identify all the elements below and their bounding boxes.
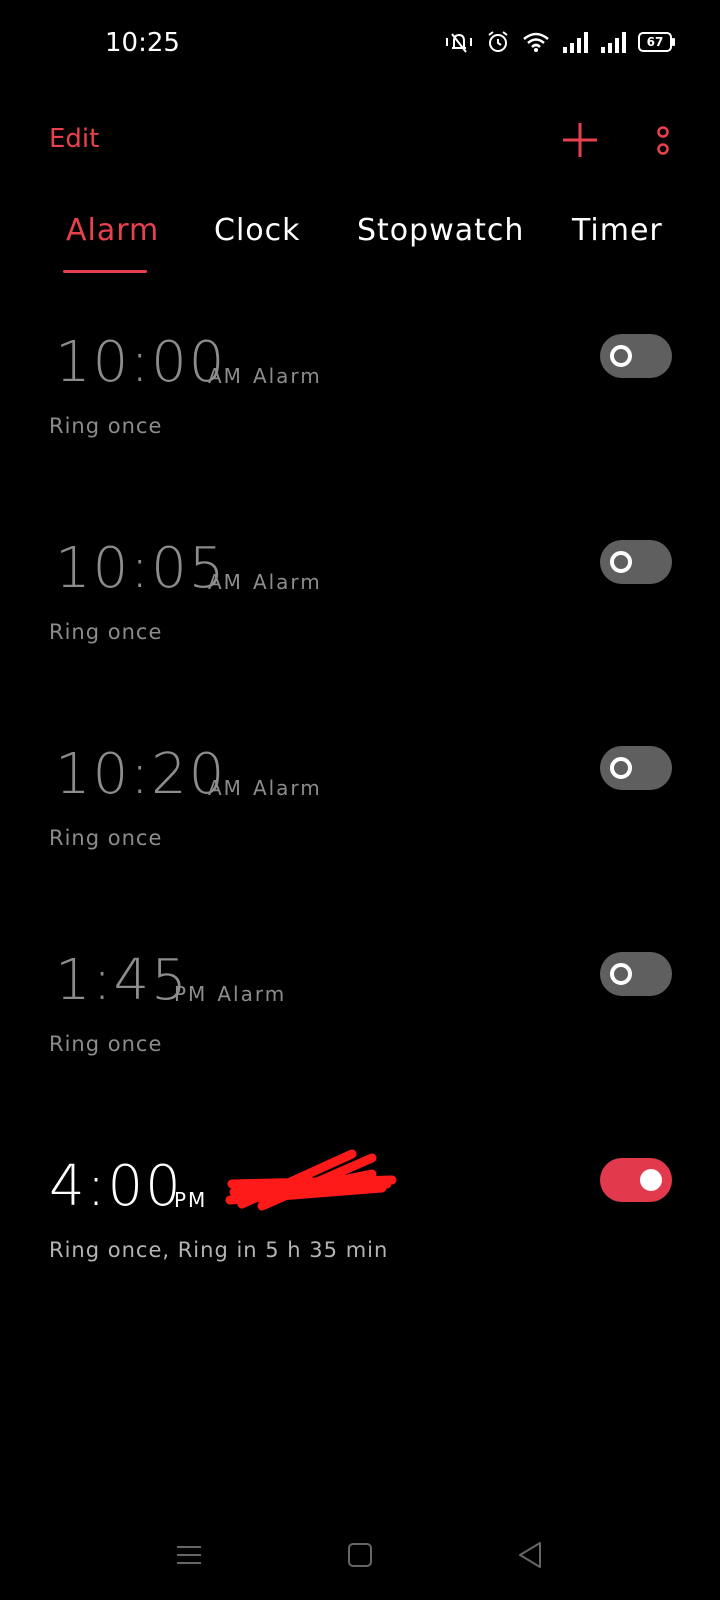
alarm-toggle[interactable] [600,540,672,584]
tab-alarm[interactable]: Alarm [66,213,159,248]
alarm-period: PM [174,982,208,1006]
status-bar: 10:25 67 [0,0,720,90]
alarm-time: 10:05 [55,536,227,601]
signal-icon-2 [600,31,626,53]
alarm-time: 4:00 [49,1154,183,1219]
alarm-label: Alarm [217,982,287,1006]
signal-icon [562,31,588,53]
alarm-time: 10:00 [55,330,227,395]
alarm-item[interactable]: 1:45 PM Alarm Ring once [0,948,720,1088]
alarm-toggle[interactable] [600,746,672,790]
alarm-period: AM [208,776,243,800]
alarm-toggle[interactable] [600,952,672,996]
status-icons: 67 [444,30,675,54]
alarm-repeat: Ring once [49,620,163,644]
tab-clock[interactable]: Clock [214,213,301,248]
alarm-time: 1:45 [55,948,189,1013]
alarm-item[interactable]: 10:00 AM Alarm Ring once [0,330,720,470]
toggle-knob [610,551,632,573]
status-time: 10:25 [105,28,180,58]
alarm-clock-icon [486,30,510,54]
alarm-period: AM [208,364,243,388]
alarm-period-label: PM Alarm [174,982,286,1006]
toggle-knob [610,963,632,985]
plus-icon[interactable] [560,120,600,160]
alarm-item[interactable]: 4:00 PM Ring once, Ring in 5 h 35 min [0,1149,720,1294]
toggle-knob [610,757,632,779]
alarm-item[interactable]: 10:05 AM Alarm Ring once [0,536,720,676]
alarm-item[interactable]: 10:20 AM Alarm Ring once [0,742,720,882]
home-square-icon[interactable] [343,1538,377,1572]
alarm-repeat: Ring once, Ring in 5 h 35 min [49,1238,389,1262]
alarm-label: Alarm [252,776,322,800]
alarm-period-label: AM Alarm [208,570,322,594]
alarm-period: PM [174,1188,208,1212]
menu-icon[interactable] [172,1538,206,1572]
more-vertical-icon[interactable] [655,124,671,158]
toggle-knob [610,345,632,367]
battery-icon: 67 [638,32,675,52]
tab-timer[interactable]: Timer [572,213,663,248]
tab-stopwatch[interactable]: Stopwatch [357,213,524,248]
alarm-period-label: PM [174,1188,217,1212]
mute-vibrate-icon [444,30,474,54]
alarm-period-label: AM Alarm [208,364,322,388]
alarm-period-label: AM Alarm [208,776,322,800]
edit-button[interactable]: Edit [49,124,99,154]
wifi-icon [522,31,550,53]
system-navigation-bar [0,1520,720,1590]
toggle-knob [640,1169,662,1191]
alarm-repeat: Ring once [49,826,163,850]
tab-bar: Alarm Clock Stopwatch Timer [0,205,720,285]
alarm-time: 10:20 [55,742,227,807]
alarm-toggle[interactable] [600,334,672,378]
alarm-label: Alarm [252,570,322,594]
alarm-repeat: Ring once [49,414,163,438]
clock-app-screen: 10:25 67 Edit Alarm Clock Stopwatch Time… [0,0,720,1600]
alarm-label: Alarm [252,364,322,388]
back-triangle-icon[interactable] [514,1538,548,1572]
alarm-toggle[interactable] [600,1158,672,1202]
alarm-period: AM [208,570,243,594]
alarm-repeat: Ring once [49,1032,163,1056]
redaction-scribble [225,1149,397,1211]
active-tab-indicator [63,270,147,273]
